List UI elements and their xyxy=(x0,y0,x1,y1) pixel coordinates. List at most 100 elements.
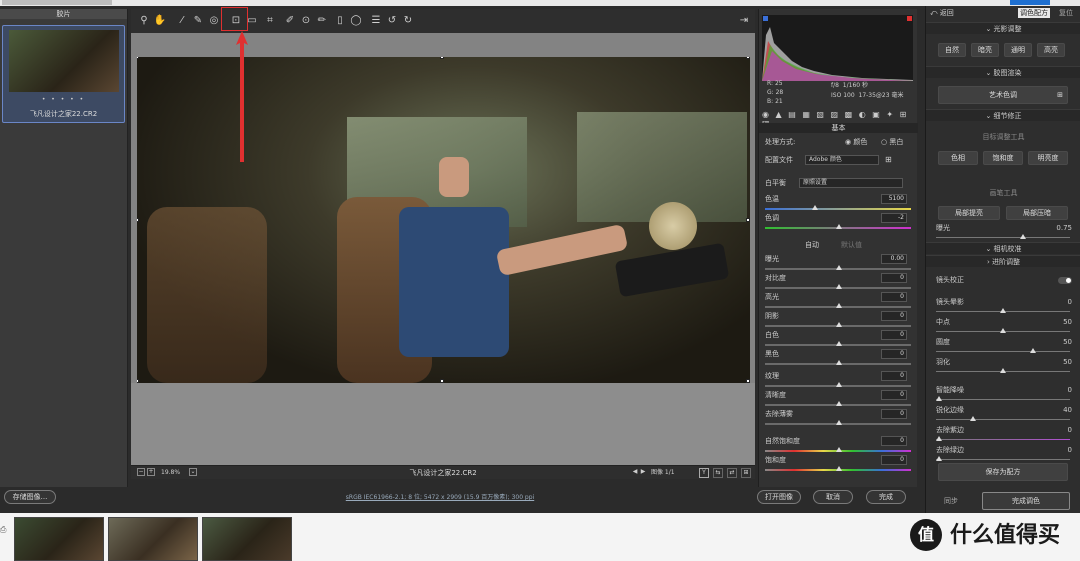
slider-knob[interactable] xyxy=(970,416,976,421)
advanced-slider[interactable] xyxy=(936,456,1070,461)
tint-slider[interactable] xyxy=(765,224,911,229)
exposure-slider[interactable] xyxy=(936,234,1070,239)
adjust-slider[interactable] xyxy=(765,322,911,327)
crop-handle-tr[interactable] xyxy=(746,57,750,59)
slider-knob[interactable] xyxy=(836,447,842,452)
advanced-slider[interactable] xyxy=(936,416,1070,421)
exposure-slider-knob[interactable] xyxy=(1020,234,1026,239)
radial-filter-icon[interactable]: ◯ xyxy=(349,14,363,28)
highlight-clipping-icon[interactable] xyxy=(907,16,912,21)
preset-button[interactable]: 饱和度 xyxy=(983,151,1023,165)
slider-knob[interactable] xyxy=(1000,308,1006,313)
slider-knob[interactable] xyxy=(836,420,842,425)
zoom-in-icon[interactable]: + xyxy=(147,468,155,476)
rotate-right-icon[interactable]: ↻ xyxy=(401,14,415,28)
crop-handle-l[interactable] xyxy=(137,218,139,222)
slider-knob[interactable] xyxy=(836,382,842,387)
spot-removal-icon[interactable]: ✐ xyxy=(283,14,297,28)
preset-button[interactable]: 自然 xyxy=(938,43,966,57)
temp-slider-knob[interactable] xyxy=(812,205,818,210)
section-camera[interactable]: ⌄ 相机校准 xyxy=(926,242,1080,254)
adjust-slider[interactable] xyxy=(765,401,911,406)
tab-reset[interactable]: 复位 xyxy=(1054,8,1078,18)
toggle-settings-icon[interactable]: ⊞ xyxy=(741,468,751,478)
temp-value[interactable]: 5100 xyxy=(881,194,907,204)
adjust-slider[interactable] xyxy=(765,360,911,365)
slider-knob[interactable] xyxy=(1030,348,1036,353)
slider-knob[interactable] xyxy=(836,284,842,289)
advanced-slider-value[interactable]: 50 xyxy=(1063,356,1072,368)
preset-button[interactable]: 局部提亮 xyxy=(938,206,1000,220)
crop-handle-r[interactable] xyxy=(746,218,750,222)
advanced-slider[interactable] xyxy=(936,328,1070,333)
filmstrip-thumbnail[interactable]: • • • • • 飞凡设计之家22.CR2 xyxy=(2,25,125,123)
slider-knob[interactable] xyxy=(836,303,842,308)
back-link[interactable]: ⤺ 返回 xyxy=(930,8,970,18)
slider-value[interactable]: 0.00 xyxy=(881,254,907,264)
slider-knob[interactable] xyxy=(836,265,842,270)
section-detail[interactable]: ⌄ 细节修正 xyxy=(926,109,1080,121)
rotate-left-icon[interactable]: ↺ xyxy=(385,14,399,28)
advanced-slider[interactable] xyxy=(936,348,1070,353)
slider-knob[interactable] xyxy=(936,396,942,401)
next-image-icon[interactable]: ▶ xyxy=(639,468,647,476)
rating-stars[interactable]: • • • • • xyxy=(3,96,124,103)
color-sampler-icon[interactable]: ✎ xyxy=(191,14,205,28)
zoom-level[interactable]: 19.8% xyxy=(161,468,187,478)
process-color-radio[interactable]: ◉ 颜色 xyxy=(845,136,867,148)
shadow-clipping-icon[interactable] xyxy=(763,16,768,21)
advanced-slider-value[interactable]: 0 xyxy=(1068,424,1072,436)
slider-knob[interactable] xyxy=(936,456,942,461)
crop-handle-t[interactable] xyxy=(440,57,444,59)
done-button[interactable]: 完成 xyxy=(866,490,906,504)
tab-color-preset[interactable]: 调色配方 xyxy=(1018,8,1050,18)
graduated-filter-icon[interactable]: ▯ xyxy=(333,14,347,28)
advanced-slider[interactable] xyxy=(936,308,1070,313)
advanced-slider-value[interactable]: 40 xyxy=(1063,404,1072,416)
exposure-value[interactable]: 0.75 xyxy=(1056,222,1072,234)
zoom-dropdown-icon[interactable]: ⌄ xyxy=(189,468,197,476)
preset-button[interactable]: 通明 xyxy=(1004,43,1032,57)
finish-color-button[interactable]: 完成调色 xyxy=(982,492,1070,510)
process-bw-radio[interactable]: ○ 黑白 xyxy=(881,136,903,148)
slider-knob[interactable] xyxy=(836,466,842,471)
slider-knob[interactable] xyxy=(1000,328,1006,333)
slider-knob[interactable] xyxy=(936,436,942,441)
slider-knob[interactable] xyxy=(1000,368,1006,373)
advanced-slider[interactable] xyxy=(936,396,1070,401)
sync-button[interactable]: 同步 xyxy=(936,492,966,510)
zoom-out-icon[interactable]: − xyxy=(137,468,145,476)
slider-knob[interactable] xyxy=(836,360,842,365)
preset-button[interactable]: 高亮 xyxy=(1037,43,1065,57)
advanced-slider[interactable] xyxy=(936,368,1070,373)
tint-slider-knob[interactable] xyxy=(836,224,842,229)
workflow-options-link[interactable]: sRGB IEC61966-2.1; 8 位; 5472 x 2909 (15.… xyxy=(230,492,650,502)
slider-value[interactable]: 0 xyxy=(881,273,907,283)
slider-value[interactable]: 0 xyxy=(881,330,907,340)
target-adjust-icon[interactable]: ◎ xyxy=(207,14,221,28)
slider-knob[interactable] xyxy=(836,322,842,327)
red-eye-icon[interactable]: ⊙ xyxy=(299,14,313,28)
lens-correction-toggle[interactable] xyxy=(1058,277,1072,284)
panel-tabs[interactable]: ◉ ▲ ▤ ▦ ▧ ▨ ▩ ◐ ▣ ✦ ⊞ ▥ xyxy=(762,110,913,128)
section-light[interactable]: ⌄ 光影调整 xyxy=(926,22,1080,34)
advanced-slider-value[interactable]: 0 xyxy=(1068,384,1072,396)
adjustment-brush-icon[interactable]: ✏ xyxy=(315,14,329,28)
adjust-slider[interactable] xyxy=(765,466,911,471)
slider-value[interactable]: 0 xyxy=(881,436,907,446)
preset-button[interactable]: 明亮度 xyxy=(1028,151,1068,165)
art-tone-button[interactable]: 艺术色调 ⊞ xyxy=(938,86,1068,104)
bottom-thumb-1[interactable] xyxy=(14,517,104,561)
adjust-slider[interactable] xyxy=(765,447,911,452)
adjust-slider[interactable] xyxy=(765,284,911,289)
window-button-placeholder[interactable] xyxy=(1010,0,1050,5)
slider-knob[interactable] xyxy=(836,401,842,406)
preset-button[interactable]: 局部压暗 xyxy=(1006,206,1068,220)
advanced-slider-value[interactable]: 50 xyxy=(1063,316,1072,328)
fullscreen-icon[interactable]: ⇥ xyxy=(737,14,751,28)
adjust-slider[interactable] xyxy=(765,303,911,308)
temp-slider[interactable] xyxy=(765,205,911,210)
cancel-button[interactable]: 取消 xyxy=(813,490,853,504)
advanced-slider-value[interactable]: 50 xyxy=(1063,336,1072,348)
advanced-slider-value[interactable]: 0 xyxy=(1068,444,1072,456)
